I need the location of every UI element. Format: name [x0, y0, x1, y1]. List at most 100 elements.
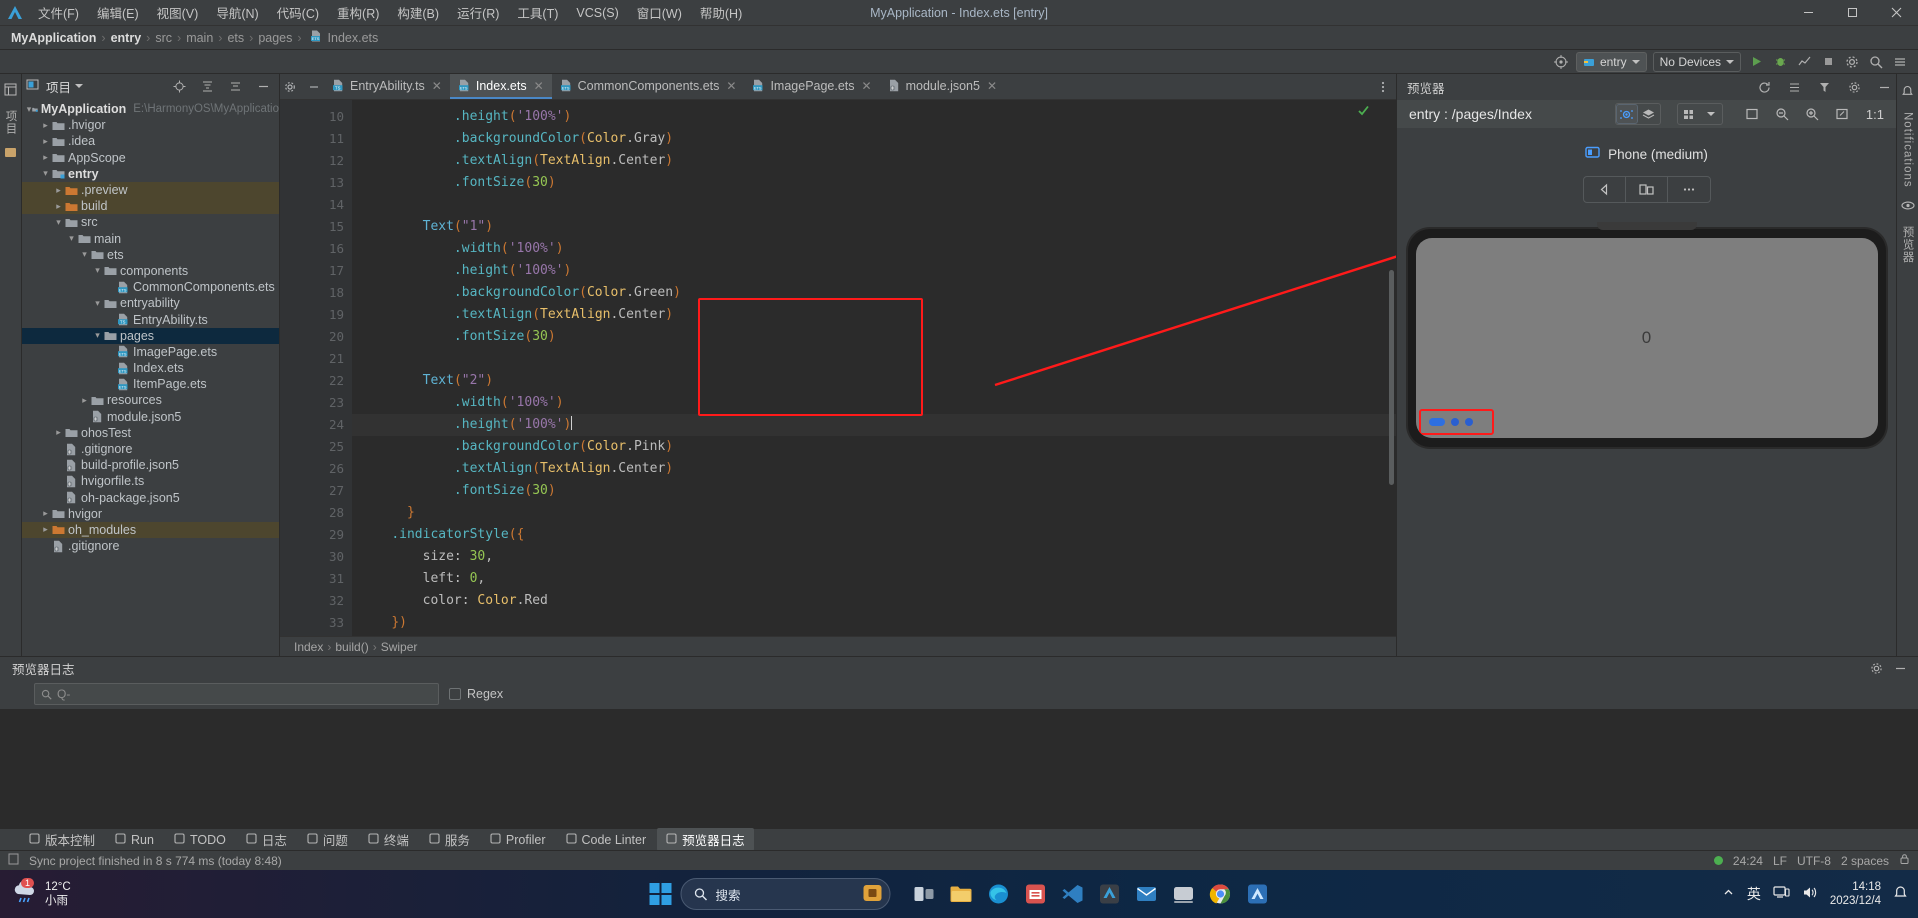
network-icon[interactable] [1773, 885, 1790, 903]
more-options-icon[interactable] [1668, 177, 1710, 202]
hamburger-menu-icon[interactable] [1888, 51, 1912, 73]
notifications-bell-icon[interactable] [1901, 85, 1914, 101]
lock-icon[interactable] [1899, 853, 1910, 868]
code-line[interactable]: .backgroundColor(Color.Pink) [352, 436, 1396, 458]
inspector-icon[interactable] [1615, 104, 1638, 124]
file-encoding[interactable]: UTF-8 [1797, 854, 1831, 868]
tree-row-ohostest[interactable]: ▸ ohosTest [22, 425, 279, 441]
tree-row--preview[interactable]: ▸ .preview [22, 181, 279, 199]
chevron-down-icon[interactable]: ▾ [65, 233, 78, 244]
code-line[interactable]: } [352, 502, 1396, 524]
code-line[interactable]: .backgroundColor(Color.Green) [352, 282, 1396, 304]
regex-checkbox[interactable]: Regex [449, 687, 503, 701]
chevron-right-icon[interactable]: ▸ [39, 152, 52, 163]
tree-row--hvigor[interactable]: ▸ .hvigor [22, 117, 279, 133]
close-icon[interactable]: ✕ [432, 79, 442, 93]
tree-row-hvigorfile-ts[interactable]: hvigorfile.ts [22, 473, 279, 489]
close-icon[interactable]: ✕ [862, 79, 872, 93]
zoom-out-icon[interactable] [1771, 104, 1793, 124]
code-line[interactable]: .indicatorStyle({ [352, 524, 1396, 546]
code-line[interactable]: }) [352, 612, 1396, 634]
code-editor[interactable]: 10 11 12 13 14 15 16 17 18 19 20 21 22 23 24 25 26 27 28−2… [280, 100, 1396, 636]
volume-icon[interactable] [1802, 885, 1818, 903]
task-view-icon[interactable] [911, 880, 939, 908]
chevron-right-icon[interactable]: ▸ [52, 427, 65, 438]
editor-tab-index-ets[interactable]: ETS Index.ets ✕ [449, 74, 552, 99]
vscode-icon[interactable] [1059, 880, 1087, 908]
locate-file-icon[interactable] [167, 75, 191, 97]
tree-row-module-json5[interactable]: module.json5 [22, 409, 279, 425]
tray-expand-icon[interactable] [1722, 886, 1735, 902]
chevron-down-icon[interactable]: ▾ [91, 265, 104, 276]
previewer-filter-icon[interactable] [1812, 76, 1836, 98]
close-icon[interactable]: ✕ [726, 79, 736, 93]
rail-label-notifications[interactable]: Notifications [1902, 106, 1914, 194]
layers-icon[interactable] [1638, 104, 1660, 124]
indent-setting[interactable]: 2 spaces [1841, 854, 1889, 868]
code-line[interactable]: .height('100%') [352, 260, 1396, 282]
close-icon[interactable]: ✕ [987, 79, 997, 93]
code-line[interactable]: left: 0, [352, 568, 1396, 590]
tree-row-build-profile-json5[interactable]: build-profile.json5 [22, 457, 279, 473]
tree-row-entry[interactable]: ▾ entry [22, 166, 279, 182]
stop-button[interactable] [1816, 51, 1840, 73]
chevron-down-icon[interactable] [75, 84, 84, 88]
tool-window---[interactable]: 问题 [298, 828, 357, 851]
code-content[interactable]: .height('100%') .backgroundColor(Color.G… [352, 100, 1396, 636]
caret-position[interactable]: 24:24 [1733, 854, 1763, 868]
start-button[interactable] [647, 880, 675, 908]
chevron-right-icon[interactable]: ▸ [39, 508, 52, 519]
menu-navigate[interactable]: 导航(N) [208, 0, 266, 25]
regex-checkbox-box[interactable] [449, 688, 461, 700]
project-tree[interactable]: ▾ MyApplication E:\HarmonyOS\MyApplicatio ▸… [22, 98, 279, 656]
menu-vcs[interactable]: VCS(S) [568, 3, 626, 23]
tool-window-code-linter[interactable]: Code Linter [557, 831, 656, 849]
tree-row-pages[interactable]: ▾ pages [22, 327, 279, 344]
multi-device-icon[interactable] [1626, 177, 1668, 202]
menu-refactor[interactable]: 重构(R) [329, 0, 387, 25]
editor-tab-entryability-ts[interactable]: TS EntryAbility.ts ✕ [324, 74, 450, 99]
tree-row-oh-package-json5[interactable]: oh-package.json5 [22, 490, 279, 506]
harmony-icon[interactable] [1244, 880, 1272, 908]
tree-row-itempage-ets[interactable]: ETS ItemPage.ets [22, 376, 279, 392]
chevron-right-icon[interactable]: ▸ [78, 395, 91, 406]
editor-crumb-index[interactable]: Index [294, 640, 323, 654]
profile-button[interactable] [1792, 51, 1816, 73]
editor-hide-icon[interactable] [304, 76, 324, 98]
tool-window-run[interactable]: Run [106, 831, 163, 849]
tree-row--gitignore[interactable]: .gitignore [22, 441, 279, 457]
previewer-tree-icon[interactable] [1782, 76, 1806, 98]
tree-row-main[interactable]: ▾ main [22, 231, 279, 247]
zoom-ratio-label[interactable]: 1:1 [1866, 107, 1884, 122]
breadcrumb-item-project[interactable]: MyApplication [8, 31, 99, 45]
breadcrumb-item-ets[interactable]: ets [224, 31, 247, 45]
chevron-down-icon[interactable]: ▾ [78, 249, 91, 260]
code-line[interactable]: .textAlign(TextAlign.Center) [352, 458, 1396, 480]
tabs-overflow-icon[interactable] [1376, 74, 1396, 99]
tree-row-resources[interactable]: ▸ resources [22, 392, 279, 408]
breadcrumb-item-file[interactable]: Index.ets [325, 31, 382, 45]
line-separator[interactable]: LF [1773, 854, 1787, 868]
media-player-icon[interactable] [1170, 880, 1198, 908]
code-line[interactable]: .height('100%') [352, 414, 1396, 436]
taskbar-clock[interactable]: 14:18 2023/12/4 [1830, 880, 1881, 908]
minimize-button[interactable] [1786, 0, 1830, 26]
editor-tab-commoncomponents-ets[interactable]: ETS CommonComponents.ets ✕ [552, 74, 745, 99]
editor-crumb-swiper[interactable]: Swiper [381, 640, 418, 654]
editor-crumb-build[interactable]: build() [335, 640, 368, 654]
log-output-area[interactable] [0, 709, 1918, 828]
breadcrumb-item-pages[interactable]: pages [255, 31, 295, 45]
tree-row-ets[interactable]: ▾ ets [22, 247, 279, 263]
previewer-layout-group[interactable] [1676, 103, 1723, 125]
tree-row-components[interactable]: ▾ components [22, 263, 279, 279]
previewer-hide-icon[interactable] [1872, 76, 1896, 98]
tree-row-imagepage-ets[interactable]: ETS ImagePage.ets [22, 344, 279, 360]
code-line[interactable]: .fontSize(30) [352, 480, 1396, 502]
run-configuration-chip[interactable]: entry [1575, 51, 1647, 72]
code-line[interactable]: Text("2") [352, 370, 1396, 392]
code-line[interactable]: Text("1") [352, 216, 1396, 238]
editor-settings-gear-icon[interactable] [280, 76, 300, 98]
tool-window-todo[interactable]: TODO [165, 831, 235, 849]
menu-view[interactable]: 视图(V) [149, 0, 207, 25]
menu-file[interactable]: 文件(F) [30, 0, 87, 25]
